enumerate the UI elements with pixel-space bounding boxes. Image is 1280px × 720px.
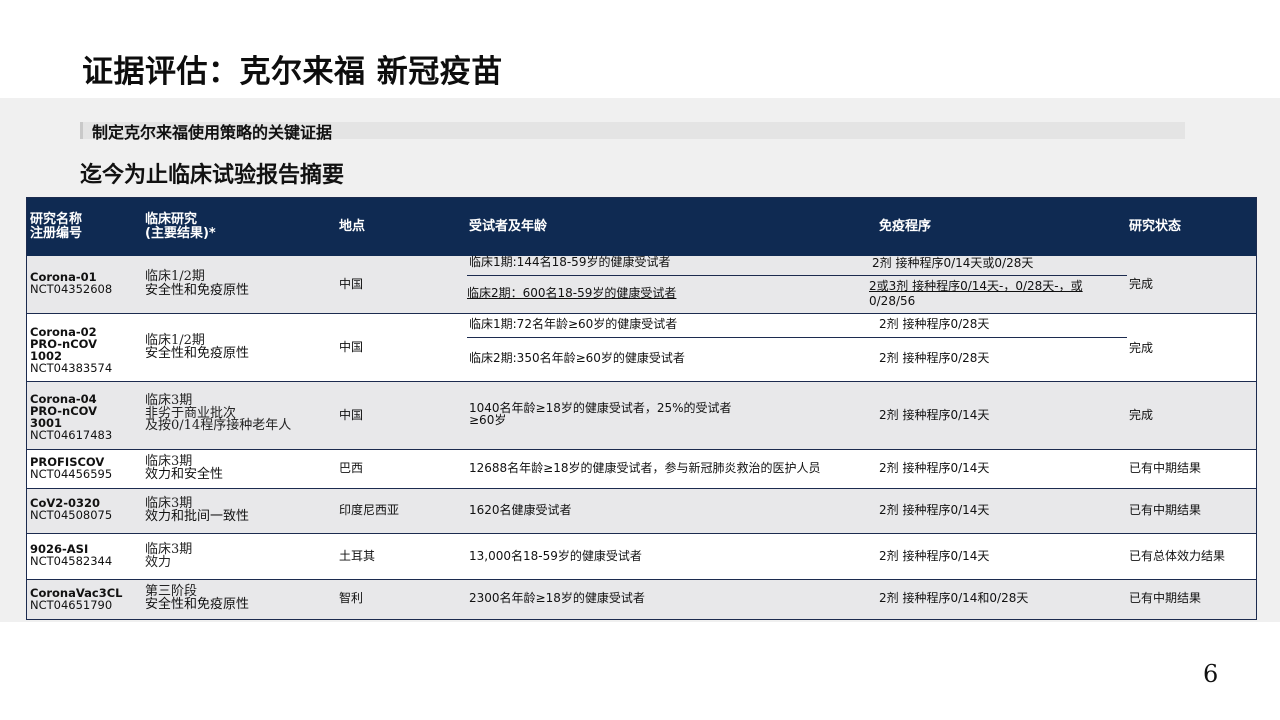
schedule: 2剂 接种程序0/14和0/28天 [879, 591, 1029, 605]
subjects-phase2: 临床2期:350名年龄≥60岁的健康受试者 [469, 351, 685, 365]
subjects: 1040名年龄≥18岁的健康受试者，25%的受试者 [469, 401, 732, 415]
row-divider [467, 275, 1127, 276]
header-location: 地点 [339, 219, 366, 234]
table-row: 9026-ASI NCT04582344 临床3期 效力 土耳其 13,000名… [27, 534, 1256, 580]
subjects-phase2: 临床2期：600名18-59岁的健康受试者 [467, 286, 677, 300]
header-trial: 临床研究 (主要结果)* [145, 213, 216, 241]
status: 已有中期结果 [1129, 591, 1202, 605]
status: 完成 [1129, 277, 1154, 291]
location: 中国 [339, 340, 364, 354]
subjects-phase1: 临床1期:144名18-59岁的健康受试者 [469, 255, 671, 269]
location: 中国 [339, 277, 364, 291]
trial-endpoint: 安全性和免疫原性 [145, 346, 250, 361]
schedule-phase1: 2剂 接种程序0/28天 [879, 317, 990, 331]
header-study-line1: 研究名称 [30, 212, 83, 227]
registry-id: NCT04582344 [30, 554, 113, 568]
study-id: Corona-02 PRO-nCOV 1002 NCT04383574 [30, 326, 112, 374]
study-id: Corona-04 PRO-nCOV 3001 NCT04617483 [30, 393, 112, 441]
status: 已有中期结果 [1129, 503, 1202, 517]
header-subjects: 受试者及年龄 [469, 219, 548, 234]
status: 已有总体效力结果 [1129, 549, 1226, 563]
location: 中国 [339, 408, 364, 422]
table-header: 研究名称 注册编号 临床研究 (主要结果)* 地点 受试者及年龄 免疫程序 研究… [27, 198, 1256, 256]
subjects: 13,000名18-59岁的健康受试者 [469, 549, 642, 563]
trial-endpoint: 安全性和免疫原性 [145, 597, 250, 612]
status: 完成 [1129, 341, 1154, 355]
registry-id: NCT04456595 [30, 467, 113, 481]
page-title: 证据评估：克尔来福 新冠疫苗 [82, 54, 503, 90]
header-status: 研究状态 [1129, 219, 1182, 234]
table-row: CoV2-0320 NCT04508075 临床3期 效力和批间一致性 印度尼西… [27, 489, 1256, 534]
subjects: 1620名健康受试者 [469, 503, 572, 517]
registry-id: NCT04508075 [30, 508, 113, 522]
table-row: Corona-04 PRO-nCOV 3001 NCT04617483 临床3期… [27, 382, 1256, 450]
trials-table: 研究名称 注册编号 临床研究 (主要结果)* 地点 受试者及年龄 免疫程序 研究… [26, 197, 1257, 620]
subjects-phase1: 临床1期:72名年龄≥60岁的健康受试者 [469, 317, 678, 331]
location: 巴西 [339, 461, 364, 475]
status: 完成 [1129, 408, 1154, 422]
schedule-phase2: 2或3剂 接种程序0/14天-，0/28天-，或 [869, 279, 1083, 293]
schedule: 2剂 接种程序0/14天 [879, 549, 990, 563]
trial-endpoint: 效力和安全性 [145, 467, 224, 482]
table-row: Corona-01 NCT04352608 临床1/2期 安全性和免疫原性 中国… [27, 256, 1256, 314]
header-study-line2: 注册编号 [30, 226, 83, 241]
schedule: 2剂 接种程序0/14天 [879, 408, 990, 422]
schedule-phase2-cont: 0/28/56 [869, 294, 916, 308]
trial-endpoint: 效力 [145, 555, 172, 570]
study-id: Corona-01 NCT04352608 [30, 271, 112, 295]
page-number: 6 [1203, 660, 1219, 688]
header-schedule: 免疫程序 [879, 219, 932, 234]
header-study: 研究名称 注册编号 [30, 213, 82, 241]
trial-phase: 临床1/2期 [145, 269, 205, 284]
header-trial-line1: 临床研究 [145, 212, 198, 227]
trial-endpoint: 安全性和免疫原性 [145, 283, 250, 298]
subjects-cont: ≥60岁 [469, 413, 507, 427]
registry-id: NCT04617483 [30, 428, 113, 442]
schedule-phase2: 2剂 接种程序0/28天 [879, 351, 990, 365]
registry-id: NCT04352608 [30, 282, 113, 296]
study-id: CoV2-0320 NCT04508075 [30, 497, 112, 521]
study-id: PROFISCOV NCT04456595 [30, 456, 112, 480]
trial-endpoint: 效力和批间一致性 [145, 509, 250, 524]
trial-endpoint-2: 及按0/14程序接种老年人 [145, 418, 292, 433]
subtitle: 制定克尔来福使用策略的关键证据 [92, 123, 333, 142]
registry-id: NCT04651790 [30, 598, 113, 612]
subjects: 12688名年龄≥18岁的健康受试者，参与新冠肺炎救治的医护人员 [469, 461, 821, 475]
table-row: CoronaVac3CL NCT04651790 第三阶段 安全性和免疫原性 智… [27, 580, 1256, 619]
header-trial-line2: (主要结果)* [145, 226, 216, 241]
location: 智利 [339, 591, 364, 605]
schedule: 2剂 接种程序0/14天 [879, 461, 990, 475]
schedule-phase1: 2剂 接种程序0/14天或0/28天 [872, 256, 1034, 270]
subjects: 2300名年龄≥18岁的健康受试者 [469, 591, 645, 605]
location: 土耳其 [339, 549, 376, 563]
study-id: 9026-ASI NCT04582344 [30, 543, 112, 567]
registry-id: NCT04383574 [30, 361, 113, 375]
location: 印度尼西亚 [339, 503, 400, 517]
row-divider [467, 337, 1127, 338]
section-title: 迄今为止临床试验报告摘要 [80, 163, 345, 188]
status: 已有中期结果 [1129, 461, 1202, 475]
table-row: PROFISCOV NCT04456595 临床3期 效力和安全性 巴西 126… [27, 450, 1256, 489]
table-row: Corona-02 PRO-nCOV 1002 NCT04383574 临床1/… [27, 314, 1256, 382]
study-id: CoronaVac3CL NCT04651790 [30, 587, 122, 611]
schedule: 2剂 接种程序0/14天 [879, 503, 990, 517]
